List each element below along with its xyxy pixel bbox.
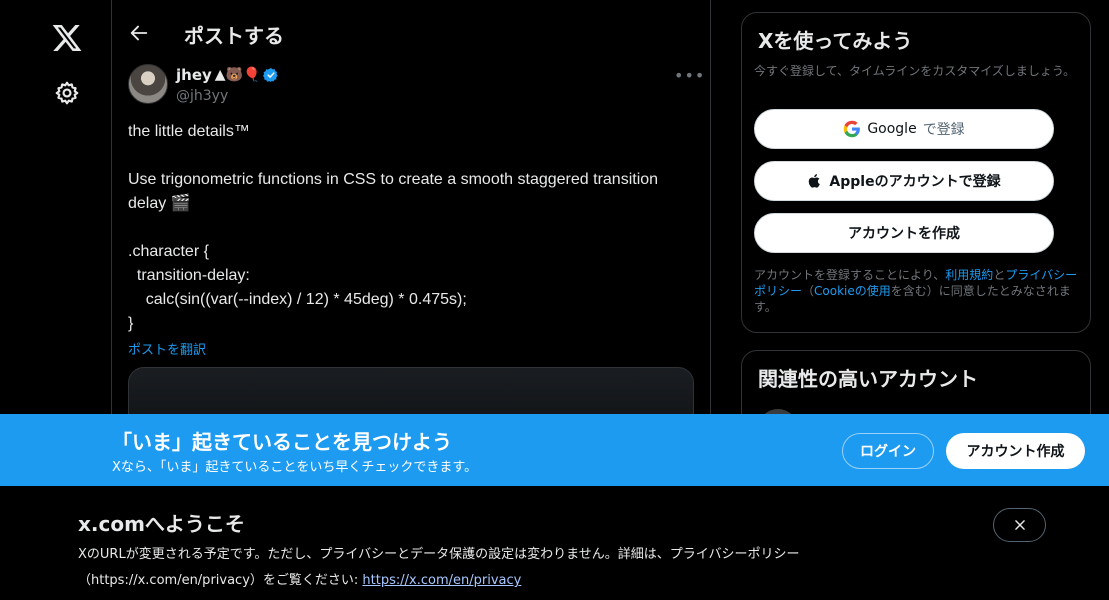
arrow-left-icon[interactable] [128,22,150,44]
welcome-body: XのURLが変更される予定です。ただし、プライバシーとデータ保護の設定は変わりま… [78,542,958,594]
welcome-panel: x.comへようこそ XのURLが変更される予定です。ただし、プライバシーとデー… [0,486,1109,600]
privacy-url-link[interactable]: https://x.com/en/privacy [362,573,521,588]
terms-link[interactable]: 利用規約 [945,268,993,282]
verified-badge-icon [263,68,279,82]
tweet-text: the little details™ Use trigonometric fu… [128,123,659,332]
x-logo-icon[interactable] [51,22,83,54]
gear-icon[interactable] [54,80,80,106]
terms-paren: （ [802,284,815,298]
terms-and: と [993,268,1006,282]
login-button[interactable]: ログイン [842,433,934,469]
banner-title: 「いま」起きていることを見つけよう [112,430,452,454]
author-name-row[interactable]: jhey ▲🐻🎈 [176,66,279,84]
signup-subtitle: 今すぐ登録して、タイムラインをカスタマイズしましょう。 [754,64,1076,78]
welcome-title: x.comへようこそ [78,512,245,536]
terms-text: アカウントを登録することにより、利用規約とプライバシーポリシー（Cookieの使… [754,267,1084,315]
cookie-link[interactable]: Cookieの使用 [814,284,891,298]
apple-signup-label: Appleのアカウントで登録 [829,174,1001,190]
translate-link[interactable]: ポストを翻訳 [128,339,206,358]
page-header: ポストする [112,0,710,60]
apple-signup-button[interactable]: Appleのアカウントで登録 [754,161,1054,201]
banner-signup-button[interactable]: アカウント作成 [946,433,1085,469]
signup-card: Xを使ってみよう 今すぐ登録して、タイムラインをカスタマイズしましょう。 Goo… [741,12,1091,333]
tweet-author: jhey ▲🐻🎈 @jh3yy ••• [128,64,704,108]
related-accounts-title: 関連性の高いアカウント [758,367,978,391]
terms-prefix: アカウントを登録することにより、 [754,268,946,282]
google-signup-button[interactable]: Google で登録 [754,109,1054,149]
signup-title: Xを使ってみよう [758,29,913,53]
create-account-label: アカウントを作成 [848,226,960,242]
more-horizontal-icon[interactable]: ••• [674,66,704,86]
google-icon [844,120,861,138]
google-signup-suffix: で登録 [922,122,965,138]
create-account-button[interactable]: アカウントを作成 [754,213,1054,253]
author-handle[interactable]: @jh3yy [176,88,228,104]
signup-banner: 「いま」起きていることを見つけよう Xなら、「いま」起きていることをいち早くチェ… [0,414,1109,486]
apple-icon [809,174,821,188]
close-icon [1014,520,1025,530]
close-button[interactable] [993,508,1046,542]
avatar[interactable] [128,64,168,104]
author-name[interactable]: jhey [176,66,212,84]
page-title: ポストする [184,24,284,48]
author-emojis: ▲🐻🎈 [214,67,261,83]
banner-subtitle: Xなら、「いま」起きていることをいち早くチェックできます。 [112,460,478,475]
google-signup-label: Google [867,121,917,137]
